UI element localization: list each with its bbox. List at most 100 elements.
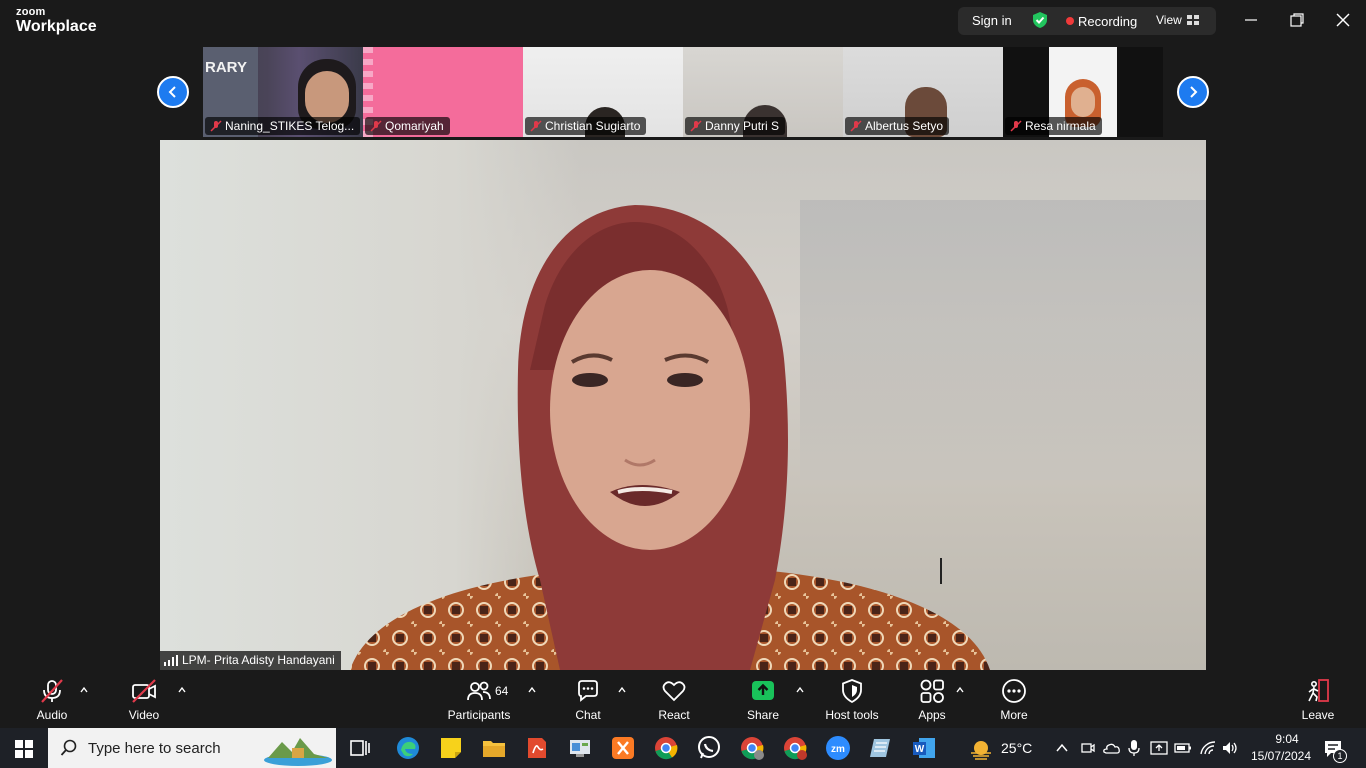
participant-name-label: Christian Sugiarto [525,117,647,135]
react-label: React [658,708,690,722]
chat-button[interactable]: Chat [568,678,608,722]
participant-tile[interactable]: Albertus Setyo [843,47,1003,137]
volume-icon[interactable] [1221,740,1239,756]
whatsapp-icon[interactable] [696,735,722,761]
participant-tile[interactable]: Christian Sugiarto [523,47,683,137]
active-speaker-video[interactable] [160,140,1206,670]
apps-icon [920,679,944,703]
notification-count-badge: 1 [1333,749,1347,763]
muted-mic-icon [850,120,862,132]
windows-start-icon[interactable] [15,740,33,758]
wifi-icon[interactable] [1199,740,1217,756]
apps-options-chevron-icon[interactable] [955,686,965,694]
participant-face [305,71,349,123]
title-bar: zoom Workplace Sign in Recording View [0,0,1366,42]
screen-share-tray-icon[interactable] [1150,740,1168,756]
participants-options-chevron-icon[interactable] [527,686,537,694]
onedrive-cloud-icon[interactable] [1102,740,1120,756]
grid-view-icon[interactable] [1187,15,1199,25]
participant-name: Christian Sugiarto [545,119,641,133]
participant-tile[interactable]: RARY Naning_STIKES Telog... [203,47,363,137]
share-button[interactable]: Share [743,678,783,722]
participant-tile[interactable]: Qomariyah [363,47,523,137]
minimize-icon[interactable] [1241,10,1261,30]
share-options-chevron-icon[interactable] [795,686,805,694]
participant-name-label: Albertus Setyo [845,117,950,135]
close-icon[interactable] [1333,10,1353,30]
weather-temperature[interactable]: 25°C [1001,740,1032,756]
microphone-tray-icon[interactable] [1127,739,1141,757]
video-options-chevron-icon[interactable] [177,686,187,694]
chevron-right-icon [1190,86,1198,98]
more-button[interactable]: More [994,678,1034,722]
active-speaker-name-label: LPM- Prita Adisty Handayani [160,651,341,670]
participant-name: Qomariyah [385,119,444,133]
svg-text:zm: zm [831,744,845,755]
control-panel-icon[interactable] [567,735,593,761]
clock-date[interactable]: 15/07/2024 [1248,749,1314,763]
edge-browser-icon[interactable] [395,735,421,761]
muted-microphone-icon [41,679,63,703]
participant-tile[interactable]: Resa nirmala [1003,47,1163,137]
zoom-window: zoom Workplace Sign in Recording View RA… [0,0,1366,768]
participants-icon [467,681,491,701]
more-options-icon [1002,679,1026,703]
chrome-profile-icon[interactable] [739,735,765,761]
chat-options-chevron-icon[interactable] [617,686,627,694]
clock-time[interactable]: 9:04 [1262,732,1312,746]
next-page-button[interactable] [1177,76,1209,108]
active-speaker-name: LPM- Prita Adisty Handayani [182,653,335,667]
task-view-icon[interactable] [347,735,373,761]
file-explorer-icon[interactable] [481,735,507,761]
muted-mic-icon [1010,120,1022,132]
weather-icon[interactable] [969,738,993,760]
host-tools-label: Host tools [825,708,879,722]
svg-text:W: W [915,744,925,755]
blurred-background-right [800,200,1206,480]
view-button[interactable]: View [1156,13,1182,27]
taskbar-search-box[interactable]: Type here to search [48,728,336,768]
sign-in-button[interactable]: Sign in [972,13,1012,28]
logo-bottom-text: Workplace [16,18,97,35]
react-button[interactable]: React [653,678,695,722]
chrome-profile-2-icon[interactable] [782,735,808,761]
participant-name-label: Danny Putri S [685,117,786,135]
muted-mic-icon [210,120,222,132]
search-highlight-illustration-icon [264,738,332,766]
share-label: Share [746,708,780,722]
recording-indicator[interactable]: Recording [1078,14,1137,29]
video-off-icon [132,679,156,703]
video-button[interactable]: Video [124,678,164,722]
notes-app-icon[interactable] [868,735,894,761]
sticky-notes-icon[interactable] [438,735,464,761]
participant-tile[interactable]: Danny Putri S [683,47,843,137]
camera-tray-icon[interactable] [1080,740,1096,756]
logo-top-text: zoom [16,6,46,18]
audio-button[interactable]: Audio [32,678,72,722]
shield-icon [842,679,862,704]
leave-button[interactable]: Leave [1298,678,1338,722]
more-label: More [1000,708,1028,722]
powerpoint-pdf-app-icon[interactable] [524,735,550,761]
apps-button[interactable]: Apps [912,678,952,722]
recording-dot-icon [1066,17,1074,25]
meeting-toolbar: Audio Video Participants 64 Chat React S… [0,672,1366,728]
xampp-icon[interactable] [610,735,636,761]
host-tools-button[interactable]: Host tools [822,678,882,722]
participant-name-label: Naning_STIKES Telog... [205,117,361,135]
heart-icon [662,681,686,702]
battery-icon[interactable] [1174,741,1192,755]
participant-name-label: Qomariyah [365,117,450,135]
word-icon[interactable]: W [911,735,937,761]
chrome-icon[interactable] [653,735,679,761]
security-shield-icon[interactable] [1031,11,1049,29]
restore-icon[interactable] [1287,10,1307,30]
background-text: RARY [205,59,247,76]
show-hidden-icons-chevron-icon[interactable] [1055,741,1069,755]
zoom-app-icon[interactable]: zm [825,735,851,761]
audio-label: Audio [36,708,68,722]
audio-options-chevron-icon[interactable] [79,686,89,694]
previous-page-button[interactable] [157,76,189,108]
participant-name-label: Resa nirmala [1005,117,1102,135]
muted-mic-icon [690,120,702,132]
